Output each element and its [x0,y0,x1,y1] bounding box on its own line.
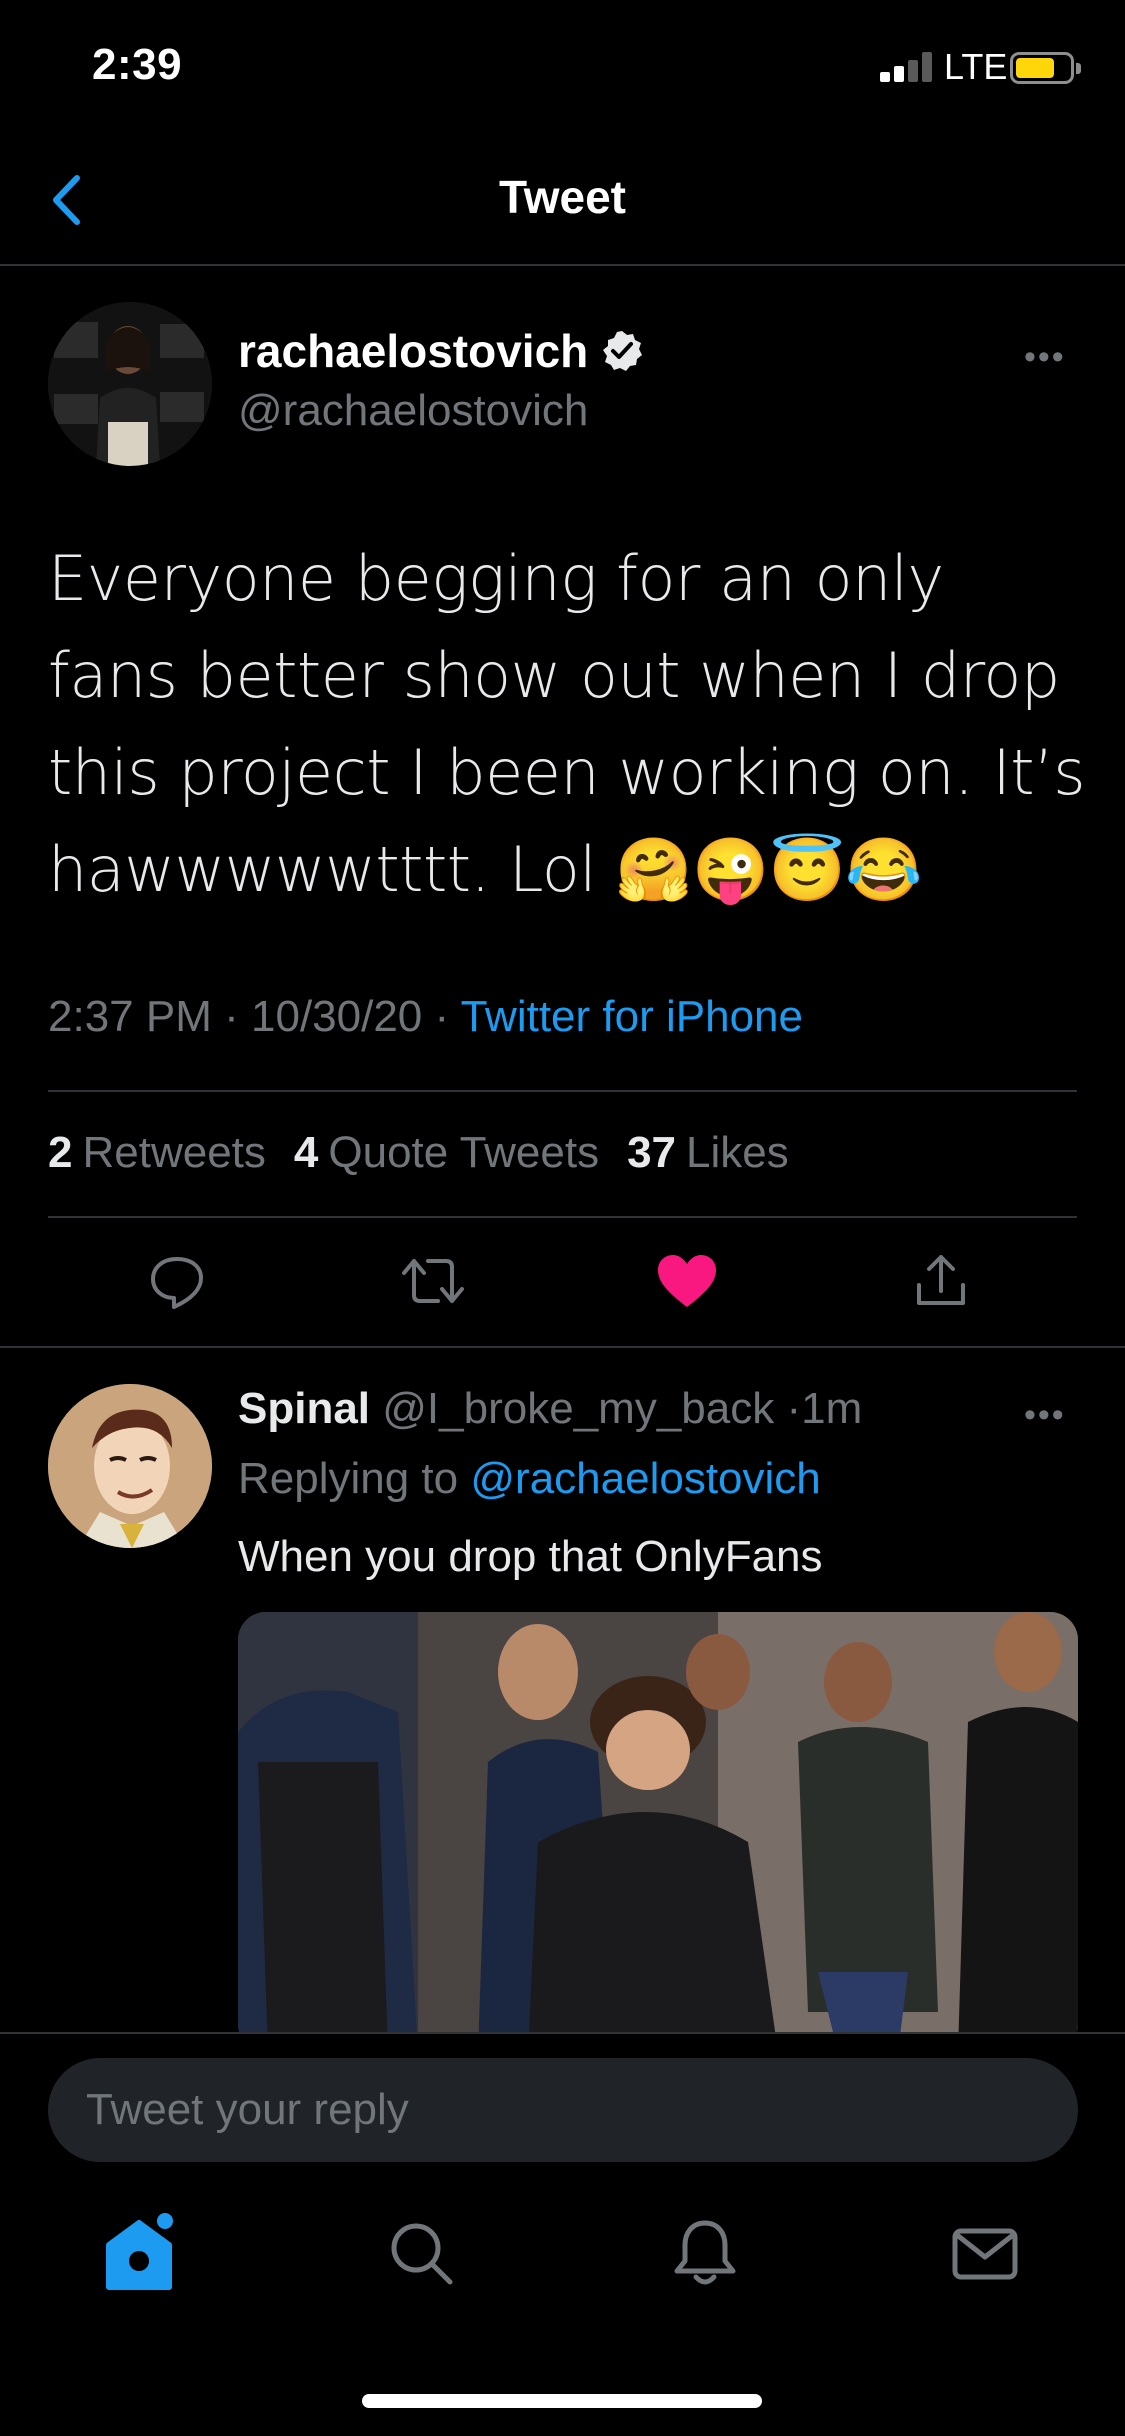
tweet-actions [0,1246,1125,1326]
share-icon [917,1255,965,1305]
tab-messages[interactable] [940,2208,1030,2298]
bell-icon [674,2220,736,2285]
status-bar: 2:39 LTE [0,0,1125,140]
home-icon [106,2213,173,2290]
reply-composer [0,2032,1125,2162]
tweet-client-link[interactable]: Twitter for iPhone [461,992,803,1041]
reply-button[interactable] [142,1246,212,1316]
divider [48,1090,1077,1092]
divider [48,1216,1077,1218]
avatar[interactable] [48,1384,212,1548]
tab-search[interactable] [376,2208,466,2298]
tab-bar [0,2190,1125,2340]
share-button[interactable] [906,1246,976,1316]
status-time: 2:39 [92,40,183,89]
retweet-button[interactable] [398,1246,468,1316]
likes-label: Likes [686,1128,789,1177]
more-options-button[interactable]: ••• [1024,1396,1066,1435]
quote-tweets-count: 4 [293,1128,319,1177]
nav-header: Tweet [0,140,1125,266]
network-label: LTE [944,46,1008,87]
like-button[interactable] [652,1246,722,1316]
reply-media-image[interactable] [238,1612,1078,2032]
tweet-stats: 2 Retweets 4 Quote Tweets 37 Likes [48,1128,789,1178]
home-indicator[interactable] [362,2394,762,2408]
likes-count: 37 [627,1128,677,1177]
signal-icon [880,52,936,82]
author-name-label: rachaelostovich [238,325,589,377]
replying-to: Replying to @rachaelostovich [238,1454,821,1504]
heart-icon [658,1255,716,1307]
reply-header: Spinal @I_broke_my_back ·1m [238,1384,862,1434]
meta-separator: · [434,992,461,1041]
reply-input[interactable] [48,2058,1078,2162]
tweet-text: Everyone begging for an only fans better… [48,542,1086,906]
reply-time: 1m [801,1384,863,1433]
tweet-time: 2:37 PM [48,992,212,1041]
meta-separator: · [224,992,251,1041]
mail-icon [952,2228,1018,2280]
more-options-button[interactable]: ••• [1024,338,1066,377]
reply-text: When you drop that OnlyFans [238,1532,823,1581]
reply-author-name[interactable]: Spinal [238,1384,370,1433]
retweets-count: 2 [48,1128,73,1177]
quote-tweets-stat[interactable]: 4 Quote Tweets [294,1128,599,1178]
reply-author-handle[interactable]: @I_broke_my_back [382,1384,774,1433]
tweet-meta: 2:37 PM · 10/30/20 · Twitter for iPhone [48,992,803,1042]
verified-badge-icon [603,331,643,371]
tab-notifications[interactable] [660,2208,750,2298]
retweets-stat[interactable]: 2 Retweets [48,1128,266,1178]
retweet-icon [402,1259,464,1303]
replying-prefix: Replying to [238,1454,459,1503]
search-icon [391,2223,453,2285]
tab-home[interactable] [96,2208,186,2298]
quote-tweets-label: Quote Tweets [328,1128,600,1177]
reply-icon [151,1257,203,1309]
replying-mention-link[interactable]: @rachaelostovich [470,1454,820,1503]
main-tweet: rachaelostovich @rachaelostovich ••• Eve… [0,268,1125,1348]
author-handle[interactable]: @rachaelostovich [238,386,588,436]
retweets-label: Retweets [82,1128,266,1177]
author-name[interactable]: rachaelostovich [238,324,644,378]
reply-tweet[interactable]: Spinal @I_broke_my_back ·1m ••• Replying… [0,1350,1125,2032]
likes-stat[interactable]: 37 Likes [627,1128,789,1178]
battery-icon [1010,52,1081,84]
meta-separator: · [786,1384,802,1433]
tweet-date: 10/30/20 [251,992,423,1041]
page-title: Tweet [499,171,626,223]
avatar[interactable] [48,302,212,466]
